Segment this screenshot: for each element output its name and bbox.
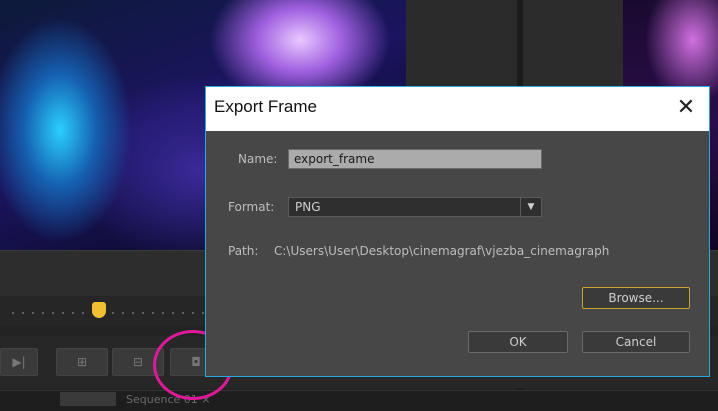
cancel-button[interactable]: Cancel (582, 331, 690, 353)
format-selected-value: PNG (295, 200, 321, 214)
dialog-title: Export Frame (214, 97, 317, 116)
name-label: Name: (238, 152, 278, 166)
dropdown-arrow-icon[interactable]: ▼ (520, 198, 541, 216)
panel-grip-handle[interactable] (60, 392, 116, 406)
dialog-titlebar[interactable]: Export Frame ✕ (206, 87, 709, 131)
path-value: C:\Users\User\Desktop\cinemagraf\vjezba_… (274, 244, 610, 258)
ok-button[interactable]: OK (468, 331, 568, 353)
name-field[interactable] (288, 149, 542, 169)
format-label: Format: (228, 200, 275, 214)
step-forward-button[interactable]: ▶| (0, 348, 38, 376)
insert-button[interactable]: ⊞ (56, 348, 108, 376)
browse-button[interactable]: Browse... (582, 287, 690, 309)
playhead-icon[interactable] (92, 302, 106, 318)
path-label: Path: (228, 244, 259, 258)
export-frame-dialog: Export Frame ✕ Name: Format: PNG ▼ Path:… (205, 86, 710, 377)
close-icon[interactable]: ✕ (671, 93, 701, 123)
format-dropdown[interactable]: PNG ▼ (288, 197, 542, 217)
